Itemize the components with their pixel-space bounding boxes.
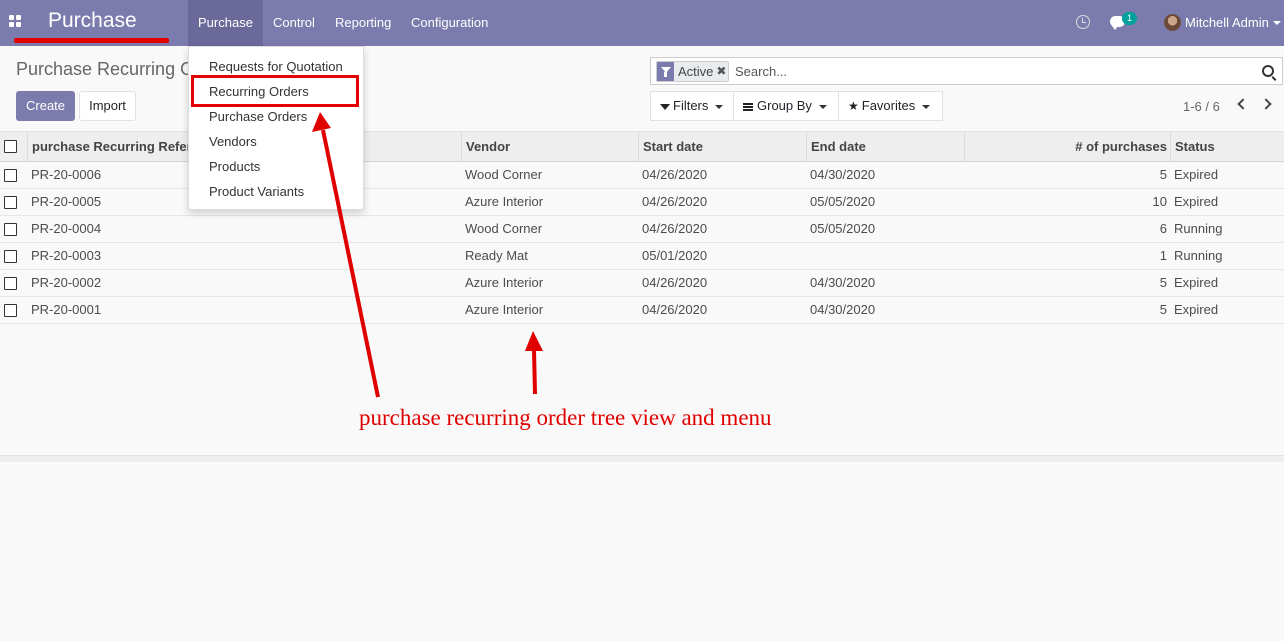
menu-configuration[interactable]: Configuration <box>401 0 498 46</box>
table-row[interactable]: PR-20-0002 Azure Interior 04/26/2020 04/30/… <box>0 270 1284 297</box>
arrow-to-list <box>532 349 537 395</box>
messaging-badge: 1 <box>1122 12 1137 25</box>
row-checkbox[interactable] <box>4 196 17 209</box>
purchase-dropdown-menu: Requests for Quotation Recurring Orders … <box>188 46 364 210</box>
user-menu-caret-icon[interactable] <box>1273 21 1281 25</box>
cell-start-date: 04/26/2020 <box>642 275 708 290</box>
cell-start-date: 04/26/2020 <box>642 221 708 236</box>
dropdown-item-requests-for-quotation[interactable]: Requests for Quotation <box>209 59 343 74</box>
cell-start-date: 04/26/2020 <box>642 302 708 317</box>
column-header-purchase-count[interactable]: # of purchases <box>970 132 1167 162</box>
favorites-label: Favorites <box>861 98 916 113</box>
search-facet: Active ✖ <box>656 61 730 82</box>
group-by-label: Group By <box>757 98 812 113</box>
cell-end-date: 05/05/2020 <box>810 194 876 209</box>
pager-value[interactable]: 1-6 / 6 <box>1183 99 1220 114</box>
star-icon: ★ <box>848 99 859 113</box>
cell-status: Expired <box>1174 167 1219 182</box>
row-checkbox[interactable] <box>4 250 17 263</box>
dropdown-item-vendors[interactable]: Vendors <box>209 134 257 149</box>
search-bar[interactable]: Active ✖ Search... <box>650 57 1283 85</box>
select-all-checkbox[interactable] <box>4 140 17 153</box>
apps-menu-icon[interactable] <box>9 15 23 29</box>
dropdown-item-products[interactable]: Products <box>209 159 260 174</box>
create-button[interactable]: Create <box>16 91 75 121</box>
app-title-underline-annotation <box>14 38 169 43</box>
user-menu-name[interactable]: Mitchell Admin <box>1185 15 1269 30</box>
caret-down-icon <box>922 104 931 109</box>
dropdown-item-product-variants[interactable]: Product Variants <box>209 184 304 199</box>
funnel-icon <box>660 103 670 110</box>
pager-previous-icon[interactable] <box>1237 98 1249 110</box>
group-by-button[interactable]: Group By <box>733 91 839 121</box>
cell-reference: PR-20-0004 <box>31 221 102 236</box>
cell-end-date: 05/05/2020 <box>810 221 876 236</box>
column-header-start-date[interactable]: Start date <box>643 132 803 162</box>
filters-label: Filters <box>673 98 709 113</box>
annotation-caption: purchase recurring order tree view and m… <box>359 405 772 430</box>
cell-status: Expired <box>1174 275 1219 290</box>
import-button[interactable]: Import <box>79 91 136 121</box>
search-input[interactable]: Search... <box>735 64 787 79</box>
search-icon[interactable] <box>1262 65 1274 77</box>
cell-purchase-count: 1 <box>1159 248 1167 263</box>
cell-status: Running <box>1174 248 1223 263</box>
bars-icon <box>743 102 753 111</box>
cell-vendor: Azure Interior <box>465 275 544 290</box>
activity-clock-icon[interactable] <box>1076 15 1090 29</box>
cell-vendor: Wood Corner <box>465 167 543 182</box>
menu-control[interactable]: Control <box>263 0 325 46</box>
cell-purchase-count: 5 <box>1159 275 1167 290</box>
column-header-end-date[interactable]: End date <box>811 132 961 162</box>
arrow-head-list <box>525 331 543 351</box>
cell-vendor: Azure Interior <box>465 194 544 209</box>
menu-reporting[interactable]: Reporting <box>325 0 401 46</box>
recurring-orders-highlight-annotation <box>191 75 359 107</box>
cell-start-date: 04/26/2020 <box>642 167 708 182</box>
row-checkbox[interactable] <box>4 169 17 182</box>
cell-end-date: 04/30/2020 <box>810 275 876 290</box>
table-row[interactable]: PR-20-0004 Wood Corner 04/26/2020 05/05/202… <box>0 216 1284 243</box>
cell-start-date: 05/01/2020 <box>642 248 708 263</box>
caret-down-icon <box>715 104 724 109</box>
cell-purchase-count: 10 <box>1152 194 1167 209</box>
table-footer <box>0 455 1284 462</box>
table-row[interactable]: PR-20-0003 Ready Mat 05/01/2020 1 Running <box>0 243 1284 270</box>
favorites-button[interactable]: ★ Favorites <box>838 91 943 121</box>
cell-reference: PR-20-0002 <box>31 275 102 290</box>
cell-purchase-count: 5 <box>1159 167 1167 182</box>
menu-purchase[interactable]: Purchase <box>188 0 263 46</box>
search-facet-label: Active <box>678 64 714 79</box>
table-row[interactable]: PR-20-0001 Azure Interior 04/26/2020 04/30/… <box>0 297 1284 324</box>
cell-status: Running <box>1174 221 1223 236</box>
cell-status: Expired <box>1174 194 1219 209</box>
user-avatar[interactable] <box>1164 14 1181 31</box>
cell-reference: PR-20-0003 <box>31 248 102 263</box>
cell-purchase-count: 5 <box>1159 302 1167 317</box>
row-checkbox[interactable] <box>4 223 17 236</box>
caret-down-icon <box>818 104 827 109</box>
cell-vendor: Wood Corner <box>465 221 543 236</box>
pager-next-icon[interactable] <box>1260 98 1272 110</box>
cell-end-date: 04/30/2020 <box>810 302 876 317</box>
dropdown-item-purchase-orders[interactable]: Purchase Orders <box>209 109 307 124</box>
row-checkbox[interactable] <box>4 277 17 290</box>
filters-button[interactable]: Filters <box>650 91 734 121</box>
top-navbar: Purchase Purchase Control Reporting Conf… <box>0 0 1284 46</box>
facet-remove-icon[interactable]: ✖ <box>716 62 728 81</box>
filter-facet-icon <box>657 62 674 81</box>
cell-vendor: Ready Mat <box>465 248 528 263</box>
breadcrumb-title: Purchase Recurring O <box>16 59 195 79</box>
cell-vendor: Azure Interior <box>465 302 544 317</box>
column-header-status[interactable]: Status <box>1175 132 1275 162</box>
column-header-vendor[interactable]: Vendor <box>466 132 636 162</box>
cell-purchase-count: 6 <box>1159 221 1167 236</box>
cell-start-date: 04/26/2020 <box>642 194 708 209</box>
app-title: Purchase <box>48 9 137 32</box>
cell-reference: PR-20-0001 <box>31 302 102 317</box>
cell-end-date: 04/30/2020 <box>810 167 876 182</box>
row-checkbox[interactable] <box>4 304 17 317</box>
cell-status: Expired <box>1174 302 1219 317</box>
